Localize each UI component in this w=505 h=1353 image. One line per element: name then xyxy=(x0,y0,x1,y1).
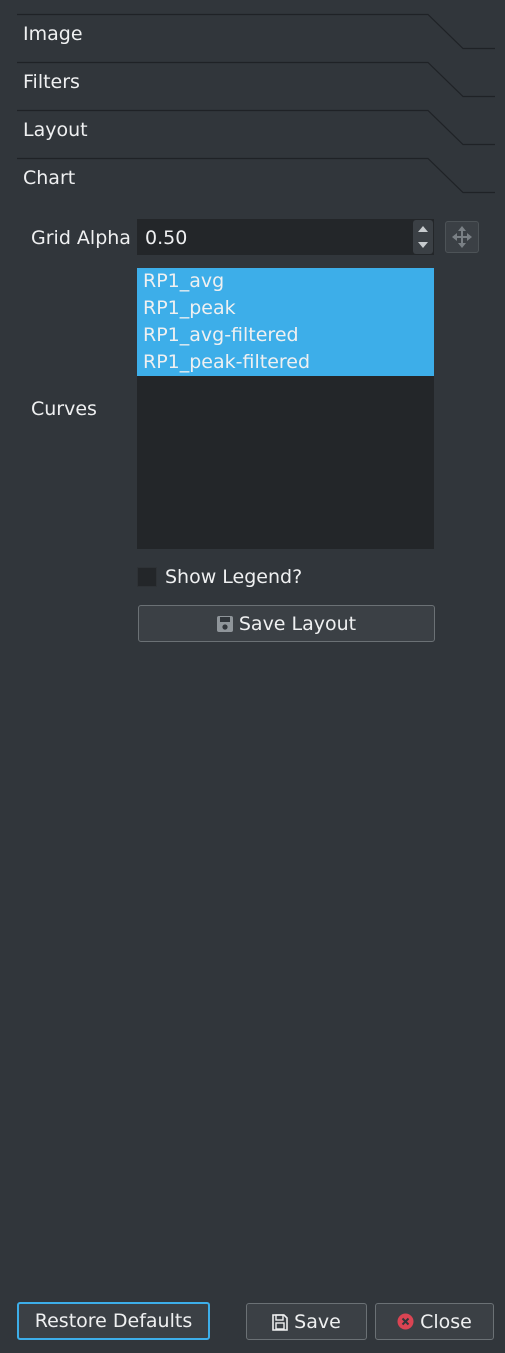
curves-label: Curves xyxy=(31,398,97,420)
show-legend-checkbox[interactable] xyxy=(137,567,157,587)
close-circle-icon xyxy=(397,1313,414,1330)
section-label: Chart xyxy=(23,167,76,189)
restore-defaults-button[interactable]: Restore Defaults xyxy=(17,1302,210,1340)
curves-list[interactable]: RP1_avg RP1_peak RP1_avg-filtered RP1_pe… xyxy=(137,268,434,549)
save-label: Save xyxy=(294,1310,341,1333)
list-item[interactable]: RP1_peak xyxy=(137,295,434,322)
restore-defaults-label: Restore Defaults xyxy=(34,1310,193,1332)
list-item[interactable]: RP1_avg-filtered xyxy=(137,322,434,349)
tab-outline xyxy=(17,109,495,146)
show-legend-label: Show Legend? xyxy=(165,566,303,588)
grid-alpha-spinbox[interactable]: 0.50 xyxy=(137,219,434,255)
close-label: Close xyxy=(420,1310,472,1333)
section-layout[interactable]: Layout xyxy=(17,109,495,158)
close-button[interactable]: Close xyxy=(375,1303,494,1340)
floppy-disk-icon xyxy=(216,615,233,633)
tab-outline xyxy=(17,13,495,50)
move-icon xyxy=(452,226,472,248)
spin-down-button[interactable] xyxy=(413,237,433,254)
section-label: Image xyxy=(23,23,83,45)
save-layout-label: Save Layout xyxy=(238,612,357,635)
save-button[interactable]: Save xyxy=(246,1303,367,1340)
arrow-down-icon xyxy=(418,242,428,248)
settings-panel: Image Filters Layout Chart Grid Alpha 0.… xyxy=(0,0,505,1353)
arrow-up-icon xyxy=(418,226,428,232)
spin-up-button[interactable] xyxy=(413,220,433,237)
grid-alpha-value[interactable]: 0.50 xyxy=(145,227,187,249)
move-handle-button[interactable] xyxy=(445,221,479,253)
section-chart[interactable]: Chart xyxy=(17,157,495,206)
section-image[interactable]: Image xyxy=(17,13,495,62)
spin-arrows xyxy=(413,220,433,254)
grid-alpha-label: Grid Alpha xyxy=(31,227,131,249)
list-item[interactable]: RP1_avg xyxy=(137,268,434,295)
tab-outline xyxy=(17,61,495,98)
tab-outline xyxy=(17,157,495,194)
section-label: Layout xyxy=(23,119,88,141)
section-label: Filters xyxy=(23,71,80,93)
save-icon xyxy=(272,1313,288,1331)
list-item[interactable]: RP1_peak-filtered xyxy=(137,349,434,376)
section-filters[interactable]: Filters xyxy=(17,61,495,110)
save-layout-button[interactable]: Save Layout xyxy=(138,605,435,642)
